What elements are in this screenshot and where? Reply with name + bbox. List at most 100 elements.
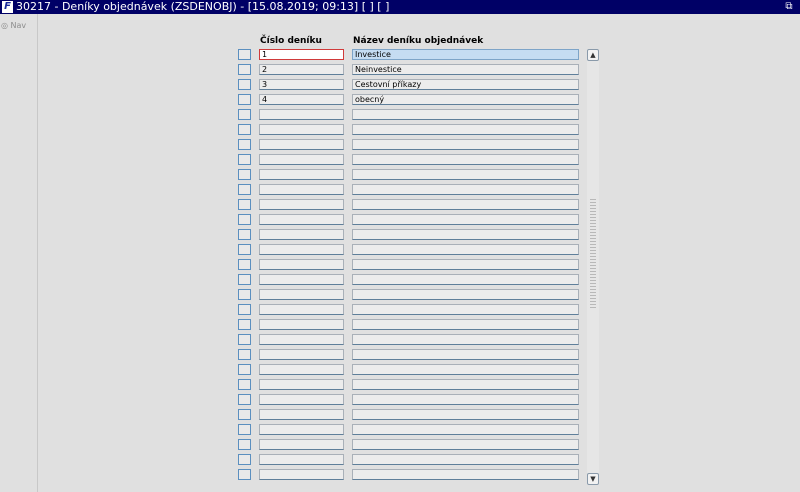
row-selector[interactable] <box>238 349 251 360</box>
cell-number[interactable] <box>259 439 344 450</box>
row-selector[interactable] <box>238 304 251 315</box>
cell-number[interactable] <box>259 394 344 405</box>
row-selector[interactable] <box>238 394 251 405</box>
row-selector[interactable] <box>238 64 251 75</box>
cell-number[interactable] <box>259 139 344 150</box>
arrow-down-icon[interactable]: ▼ <box>587 473 599 485</box>
cell-name[interactable]: Investice <box>352 49 579 60</box>
cell-name[interactable] <box>352 154 579 165</box>
cell-name[interactable] <box>352 109 579 120</box>
row-selector[interactable] <box>238 334 251 345</box>
cell-name[interactable] <box>352 379 579 390</box>
cell-name[interactable] <box>352 364 579 375</box>
nav-icon: ◎ <box>1 21 8 30</box>
row-selector[interactable] <box>238 169 251 180</box>
nav-panel: ◎ Nav <box>0 14 38 492</box>
cell-name[interactable] <box>352 199 579 210</box>
cell-name[interactable] <box>352 214 579 225</box>
row-selector[interactable] <box>238 229 251 240</box>
cell-name[interactable] <box>352 304 579 315</box>
cell-name[interactable] <box>352 454 579 465</box>
title-bar: F 30217 - Deníky objednávek (ZSDENOBJ) -… <box>0 0 800 14</box>
cell-name[interactable]: obecný <box>352 94 579 105</box>
cell-number[interactable] <box>259 289 344 300</box>
row-selector[interactable] <box>238 139 251 150</box>
cell-name[interactable] <box>352 349 579 360</box>
row-selector[interactable] <box>238 109 251 120</box>
nav-label: Nav <box>10 21 27 30</box>
cell-number[interactable] <box>259 469 344 480</box>
row-selector[interactable] <box>238 424 251 435</box>
cell-name[interactable] <box>352 439 579 450</box>
row-selector[interactable] <box>238 244 251 255</box>
cell-name[interactable] <box>352 409 579 420</box>
column-header-name: Název deníku objednávek <box>353 36 484 46</box>
cell-number[interactable] <box>259 274 344 285</box>
cell-number[interactable] <box>259 124 344 135</box>
cell-name[interactable]: Neinvestice <box>352 64 579 75</box>
cell-name[interactable] <box>352 394 579 405</box>
cell-name[interactable] <box>352 424 579 435</box>
cell-number[interactable] <box>259 169 344 180</box>
cell-number[interactable] <box>259 319 344 330</box>
cell-name[interactable]: Cestovní příkazy <box>352 79 579 90</box>
cell-number[interactable] <box>259 199 344 210</box>
cell-name[interactable] <box>352 244 579 255</box>
cell-name[interactable] <box>352 124 579 135</box>
row-selector[interactable] <box>238 289 251 300</box>
row-selector[interactable] <box>238 454 251 465</box>
row-selector[interactable] <box>238 439 251 450</box>
row-selector[interactable] <box>238 124 251 135</box>
cell-number[interactable] <box>259 109 344 120</box>
row-selector[interactable] <box>238 379 251 390</box>
row-selector[interactable] <box>238 469 251 480</box>
row-selector[interactable] <box>238 364 251 375</box>
row-selector[interactable] <box>238 154 251 165</box>
cell-number[interactable] <box>259 379 344 390</box>
vertical-scrollbar[interactable]: ▲ ▼ <box>587 49 599 485</box>
restore-icon[interactable]: ⧉ <box>782 0 796 14</box>
row-selector[interactable] <box>238 94 251 105</box>
cell-number[interactable] <box>259 349 344 360</box>
nav-link[interactable]: ◎ Nav <box>1 21 26 30</box>
cell-name[interactable] <box>352 334 579 345</box>
arrow-up-icon[interactable]: ▲ <box>587 49 599 61</box>
cell-name[interactable] <box>352 289 579 300</box>
cell-number[interactable] <box>259 214 344 225</box>
row-selector[interactable] <box>238 214 251 225</box>
cell-name[interactable] <box>352 169 579 180</box>
cell-number[interactable] <box>259 304 344 315</box>
cell-number[interactable] <box>259 154 344 165</box>
row-selector[interactable] <box>238 259 251 270</box>
row-selector[interactable] <box>238 319 251 330</box>
cell-number[interactable] <box>259 184 344 195</box>
scrollbar-grip[interactable] <box>590 199 596 309</box>
row-selector[interactable] <box>238 409 251 420</box>
cell-name[interactable] <box>352 139 579 150</box>
cell-name[interactable] <box>352 274 579 285</box>
cell-number[interactable] <box>259 334 344 345</box>
cell-number[interactable]: 3 <box>259 79 344 90</box>
cell-name[interactable] <box>352 259 579 270</box>
cell-number[interactable]: 2 <box>259 64 344 75</box>
row-selector[interactable] <box>238 79 251 90</box>
cell-name[interactable] <box>352 469 579 480</box>
row-selector[interactable] <box>238 274 251 285</box>
cell-number[interactable] <box>259 424 344 435</box>
row-selector[interactable] <box>238 199 251 210</box>
cell-number[interactable] <box>259 454 344 465</box>
cell-number[interactable]: 1 <box>259 49 344 60</box>
cell-name[interactable] <box>352 319 579 330</box>
cell-number[interactable] <box>259 259 344 270</box>
row-selector[interactable] <box>238 49 251 60</box>
cell-name[interactable] <box>352 184 579 195</box>
cell-name[interactable] <box>352 229 579 240</box>
row-selector[interactable] <box>238 184 251 195</box>
window-title: 30217 - Deníky objednávek (ZSDENOBJ) - [… <box>16 0 390 13</box>
cell-number[interactable]: 4 <box>259 94 344 105</box>
cell-number[interactable] <box>259 364 344 375</box>
column-header-number: Číslo deníku <box>260 36 322 46</box>
cell-number[interactable] <box>259 409 344 420</box>
cell-number[interactable] <box>259 244 344 255</box>
cell-number[interactable] <box>259 229 344 240</box>
